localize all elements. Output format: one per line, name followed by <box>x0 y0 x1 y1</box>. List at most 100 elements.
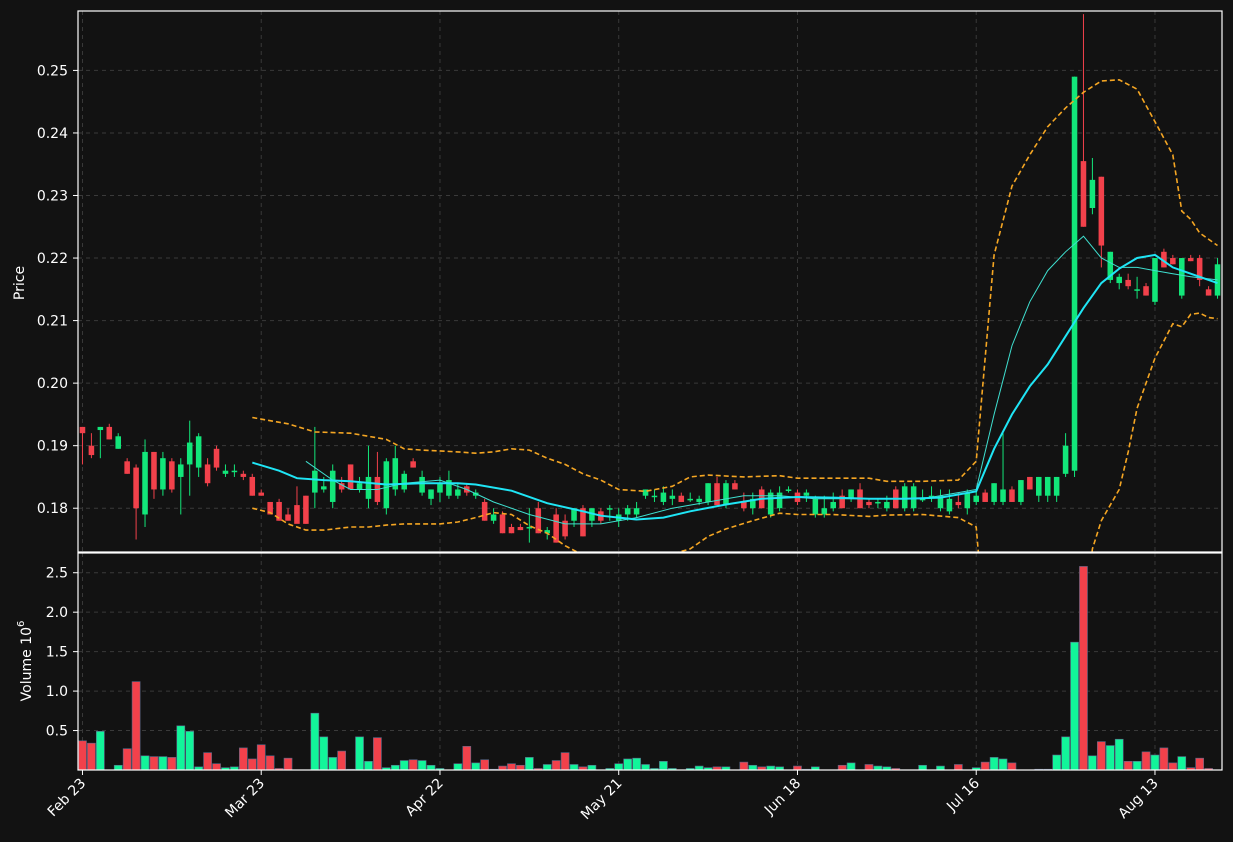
volume-bar <box>1088 755 1097 770</box>
volume-bar <box>1097 741 1106 770</box>
candle-body <box>1179 258 1185 296</box>
volume-bar <box>212 763 221 770</box>
candle-body <box>151 451 157 490</box>
candle-body <box>785 489 792 491</box>
volume-bar <box>399 760 409 770</box>
candle-body <box>410 461 416 468</box>
candle-body <box>97 426 104 431</box>
candle-body <box>714 483 720 506</box>
volume-bar <box>560 752 570 770</box>
volume-bar <box>167 757 177 770</box>
candle-body <box>1152 258 1158 302</box>
volume-bar <box>140 755 150 770</box>
volume-bar <box>551 760 561 770</box>
volume-bar <box>1070 641 1079 770</box>
candle-body <box>437 483 443 493</box>
candle-body <box>875 501 881 504</box>
volume-bar <box>542 764 552 770</box>
volume-bar <box>185 731 195 770</box>
candle-body <box>133 467 139 509</box>
candle-body <box>428 489 434 499</box>
price-tick-label: 0.22 <box>37 251 68 267</box>
volume-bar <box>846 762 856 770</box>
candle-body <box>115 436 121 449</box>
volume-bar <box>390 764 400 770</box>
candle-body <box>723 483 729 506</box>
candle-body <box>696 498 702 502</box>
candle-body <box>705 483 711 502</box>
candle-body <box>901 486 908 509</box>
candle-body <box>1044 476 1051 496</box>
volume-bar <box>1061 736 1070 770</box>
volume-bar <box>623 758 632 770</box>
candle-body <box>321 486 327 490</box>
price-tick-label: 0.24 <box>37 126 68 142</box>
candle-body <box>249 476 256 496</box>
price-tick-label: 0.20 <box>37 376 68 392</box>
volume-bar <box>283 757 293 770</box>
volume-bar <box>1052 754 1061 770</box>
volume-bar <box>989 757 999 770</box>
volume-bar <box>918 764 927 770</box>
candle-body <box>830 501 836 509</box>
candle-body <box>687 498 693 501</box>
candle-body <box>517 526 524 531</box>
volume-bar <box>614 763 624 770</box>
candle-body <box>401 473 407 490</box>
volume-bar <box>373 737 382 770</box>
volume-bar <box>1177 756 1187 770</box>
volume-bar <box>1132 761 1142 770</box>
volume-bar <box>78 740 87 770</box>
volume-bar <box>256 744 266 770</box>
candle-body <box>973 495 979 502</box>
volume-bar <box>1123 761 1133 770</box>
volume-bar <box>408 759 418 770</box>
volume-tick-label: 0.5 <box>46 724 68 740</box>
candle-body <box>160 458 166 490</box>
candle-body <box>1089 179 1096 209</box>
candle-body <box>312 470 318 493</box>
candle-body <box>1134 289 1140 291</box>
candle-body <box>1062 445 1069 474</box>
candle-body <box>419 476 425 493</box>
volume-bar <box>837 764 847 770</box>
candle-body <box>481 501 488 521</box>
candle-body <box>79 426 86 434</box>
candle-body <box>955 501 962 506</box>
candle-body <box>1036 476 1042 496</box>
candle-body <box>964 492 971 509</box>
volume-bar <box>462 746 472 770</box>
volume-bar <box>748 764 758 770</box>
volume-bar <box>516 764 525 770</box>
candle-body <box>240 473 247 477</box>
candle-body <box>285 514 291 521</box>
candle-body <box>607 508 613 510</box>
volume-bar <box>569 764 579 770</box>
volume-bar <box>1105 745 1115 770</box>
volume-bar <box>337 750 346 770</box>
candle-body <box>884 501 890 509</box>
volume-bar <box>265 755 275 770</box>
volume-bar <box>203 752 212 770</box>
volume-bar <box>1007 762 1017 770</box>
volume-axis-exponent: 6 <box>16 621 27 627</box>
volume-tick-label: 1.0 <box>46 684 68 700</box>
volume-bar <box>131 681 141 770</box>
volume-bar <box>453 763 463 770</box>
candle-body <box>812 498 819 515</box>
candle-body <box>499 514 506 534</box>
volume-bar <box>149 756 159 770</box>
candle-body <box>624 508 631 515</box>
candle-body <box>1170 258 1176 265</box>
volume-bar <box>239 747 248 770</box>
candle-body <box>195 436 202 468</box>
candle-body <box>1009 489 1015 502</box>
candle-body <box>303 495 309 524</box>
chart: 0.18 0.19 0.20 0.21 0.22 0.23 0.24 0.25 0.5 1.0 1… <box>0 0 1233 842</box>
candle-body <box>204 464 211 484</box>
candle-body <box>991 483 997 502</box>
volume-bar <box>471 762 481 770</box>
candle-body <box>866 501 872 506</box>
candle-body <box>124 461 130 474</box>
price-tick-label: 0.25 <box>37 63 68 79</box>
